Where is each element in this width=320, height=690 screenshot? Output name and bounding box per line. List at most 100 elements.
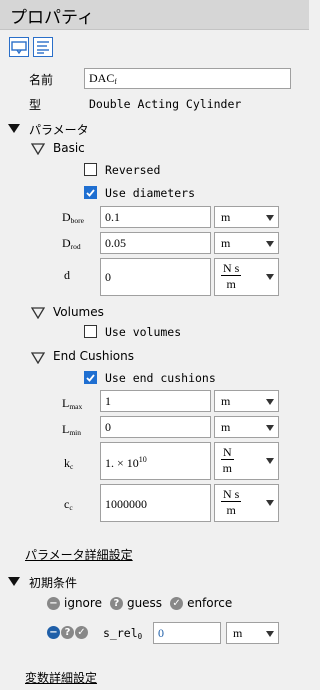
lmin-unit: m (221, 420, 231, 434)
d-unit-fraction: N sm (221, 261, 242, 292)
cc-input[interactable]: 1000000 (100, 484, 211, 522)
guess-icon: ? (109, 596, 123, 610)
srel-symbol: s_rel (103, 626, 138, 640)
volumes-header: Volumes (53, 305, 104, 319)
drod-subscript: rod (70, 242, 81, 251)
lmin-label: Lmin (62, 422, 81, 437)
name-subscript: f (114, 77, 117, 86)
srel-label: s_rel0 (103, 626, 142, 641)
srel-unit: m (233, 626, 243, 640)
dbore-subscript: bore (70, 216, 84, 225)
end-cushions-collapse-icon[interactable] (31, 352, 45, 364)
dropdown-arrow-icon (266, 215, 274, 221)
dropdown-arrow-icon (266, 274, 274, 280)
use-volumes-label: Use volumes (105, 325, 182, 339)
list-mode-icon[interactable] (33, 37, 53, 57)
kc-unit-fraction: Nm (221, 445, 234, 476)
use-end-cushions-checkbox[interactable] (84, 371, 97, 384)
enforce-icon[interactable]: ✓ (75, 626, 88, 639)
reversed-checkbox[interactable] (84, 163, 97, 176)
kc-unit-select[interactable]: Nm (214, 442, 279, 480)
view-mode-icon[interactable] (9, 37, 29, 57)
panel-title: プロパティ (10, 8, 94, 28)
reversed-label: Reversed (105, 163, 161, 177)
drod-label: Drod (62, 236, 81, 251)
volumes-collapse-icon[interactable] (31, 307, 45, 319)
drod-unit-select[interactable]: m (214, 232, 279, 254)
d-input[interactable]: 0 (100, 258, 211, 296)
dropdown-arrow-icon (266, 500, 274, 506)
legend-enforce: enforce (187, 596, 233, 610)
guess-icon[interactable]: ? (61, 626, 74, 639)
lmin-subscript: min (69, 428, 82, 437)
d-unit-num: N s (221, 261, 242, 276)
d-unit-den: m (226, 277, 236, 291)
lmin-input[interactable]: 0 (100, 416, 211, 438)
lmax-input[interactable]: 1 (100, 390, 211, 412)
cc-unit-fraction: N sm (221, 487, 242, 518)
dropdown-arrow-icon (266, 399, 274, 405)
drod-symbol: D (62, 236, 71, 250)
dropdown-arrow-icon (266, 241, 274, 247)
basic-collapse-icon[interactable] (31, 143, 45, 155)
enforce-icon: ✓ (170, 596, 184, 610)
use-diameters-label: Use diameters (105, 186, 196, 200)
kc-subscript: c (70, 462, 74, 471)
d-label: d (64, 268, 70, 282)
kc-mantissa: 1. × 10 (105, 456, 139, 470)
srel-unit-select[interactable]: m (226, 622, 279, 644)
dbore-unit-select[interactable]: m (214, 206, 279, 228)
kc-label: kc (64, 456, 73, 471)
lmin-unit-select[interactable]: m (214, 416, 279, 438)
dbore-input[interactable]: 0.1 (100, 206, 211, 228)
lmax-label: Lmax (62, 396, 82, 411)
cc-unit-den: m (226, 503, 236, 517)
params-collapse-icon[interactable] (8, 124, 20, 133)
initial-header: 初期条件 (29, 576, 78, 590)
check-icon (86, 374, 95, 382)
initial-legend: − ignore ? guess ✓ enforce (47, 596, 232, 610)
drod-input[interactable]: 0.05 (100, 232, 211, 254)
srel-subscript: 0 (137, 632, 143, 641)
d-unit-select[interactable]: N sm (214, 258, 279, 296)
dropdown-arrow-icon (266, 425, 274, 431)
cc-unit-num: N s (221, 487, 242, 502)
cc-unit-select[interactable]: N sm (214, 484, 279, 522)
srel-input[interactable]: 0 (153, 622, 221, 644)
dbore-unit: m (221, 210, 231, 224)
dbore-label: Dbore (62, 210, 84, 225)
dropdown-arrow-icon (266, 458, 274, 464)
type-value: Double Acting Cylinder (89, 97, 242, 111)
initial-collapse-icon[interactable] (8, 577, 20, 586)
use-end-cushions-label: Use end cushions (105, 371, 216, 385)
lmax-subscript: max (69, 402, 83, 411)
use-diameters-checkbox[interactable] (84, 186, 97, 199)
cc-subscript: c (69, 503, 73, 512)
name-label: 名前 (29, 73, 54, 87)
basic-header: Basic (53, 141, 85, 155)
name-input[interactable]: DACf (84, 68, 291, 89)
use-volumes-checkbox[interactable] (84, 325, 97, 338)
dropdown-arrow-icon (266, 631, 274, 637)
cc-label: cc (64, 497, 73, 512)
params-details-link[interactable]: パラメータ詳細設定 (25, 546, 133, 563)
kc-unit-den: m (222, 461, 232, 475)
kc-exponent: 10 (138, 455, 147, 464)
variables-details-link[interactable]: 変数詳細設定 (25, 669, 97, 686)
type-label: 型 (29, 98, 42, 112)
drod-unit: m (221, 236, 231, 250)
ignore-icon: − (47, 596, 60, 610)
ignore-icon[interactable]: − (47, 626, 60, 639)
check-icon (86, 189, 95, 197)
name-value: DAC (89, 71, 115, 85)
params-header: パラメータ (29, 123, 89, 137)
lmax-unit-select[interactable]: m (214, 390, 279, 412)
srel-mode-toggle: − ? ✓ (47, 626, 88, 639)
dbore-symbol: D (62, 210, 71, 224)
legend-guess: guess (126, 596, 163, 610)
kc-unit-num: N (221, 445, 234, 460)
legend-ignore: ignore (64, 596, 102, 610)
panel-title-bar: プロパティ (0, 0, 309, 30)
end-cushions-header: End Cushions (53, 349, 134, 363)
kc-input[interactable]: 1. × 1010 (100, 442, 211, 480)
